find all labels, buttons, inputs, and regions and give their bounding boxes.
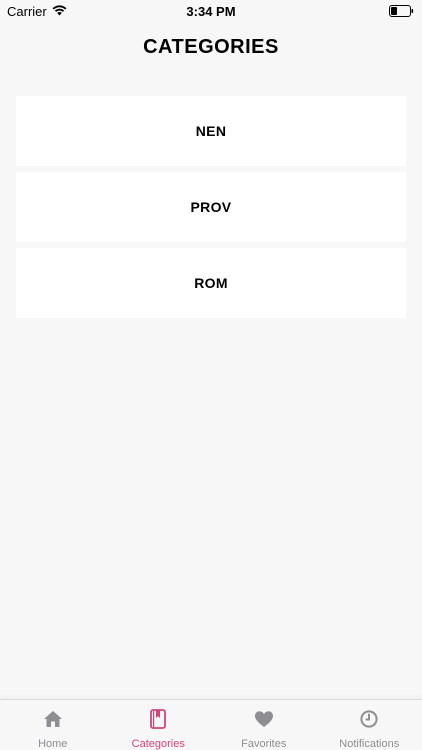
clock-icon xyxy=(358,709,380,729)
app-screen: Carrier 3:34 PM CATEGORIES NEN PROV ROM … xyxy=(0,0,422,750)
book-icon xyxy=(147,709,169,729)
home-icon xyxy=(42,709,64,729)
tab-label: Categories xyxy=(131,738,185,750)
heart-icon xyxy=(253,709,275,729)
status-time: 3:34 PM xyxy=(186,4,236,19)
category-label: NEN xyxy=(195,123,227,139)
category-list: NEN PROV ROM xyxy=(16,96,406,324)
tab-notifications[interactable]: Notifications xyxy=(317,700,422,750)
tab-label: Favorites xyxy=(241,738,287,750)
tab-bar: Home Categories Favorites Notifications xyxy=(0,699,422,750)
tab-label: Home xyxy=(38,738,68,750)
page-title: CATEGORIES xyxy=(143,36,279,58)
tab-label: Notifications xyxy=(339,738,400,750)
tab-categories[interactable]: Categories xyxy=(106,700,212,750)
tab-favorites[interactable]: Favorites xyxy=(211,700,317,750)
category-item-prov[interactable]: PROV xyxy=(16,172,406,242)
tab-home[interactable]: Home xyxy=(0,700,106,750)
category-label: ROM xyxy=(194,275,228,291)
status-bar: Carrier 3:34 PM xyxy=(0,0,422,22)
category-item-rom[interactable]: ROM xyxy=(16,248,406,318)
battery-icon xyxy=(389,5,414,17)
category-label: PROV xyxy=(190,199,232,215)
category-item-nen[interactable]: NEN xyxy=(16,96,406,166)
